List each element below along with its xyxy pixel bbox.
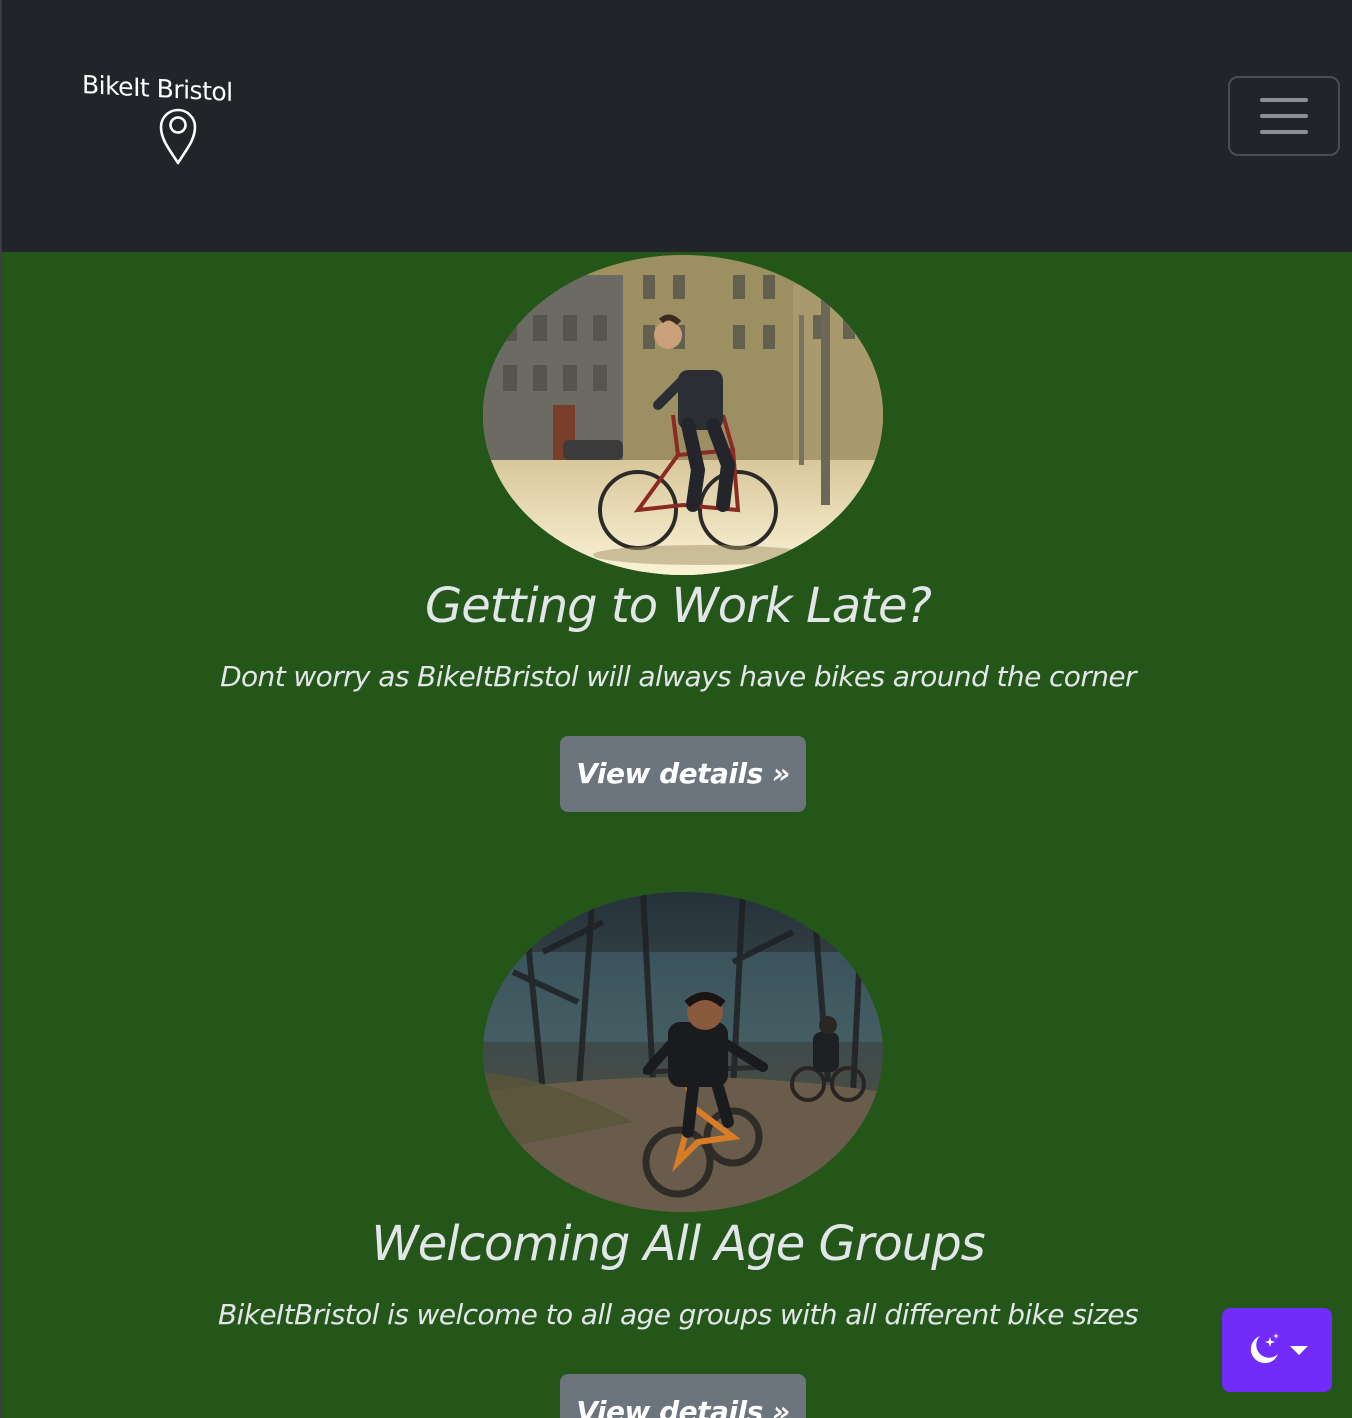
- chevron-down-icon: [1290, 1346, 1308, 1355]
- feature-section: Welcoming All Age Groups BikeItBristol i…: [2, 0, 1352, 1418]
- feature-title: Welcoming All Age Groups: [371, 1216, 985, 1272]
- view-details-button[interactable]: View details »: [560, 1374, 806, 1418]
- feature-image-child-rider: [483, 892, 883, 1212]
- feature-description: BikeItBristol is welcome to all age grou…: [217, 1298, 1139, 1331]
- moon-stars-icon: [1250, 1333, 1279, 1364]
- page: BikeIt Bristol Getting to Work Late? Don…: [0, 0, 1352, 1418]
- theme-toggle-button[interactable]: [1222, 1308, 1332, 1392]
